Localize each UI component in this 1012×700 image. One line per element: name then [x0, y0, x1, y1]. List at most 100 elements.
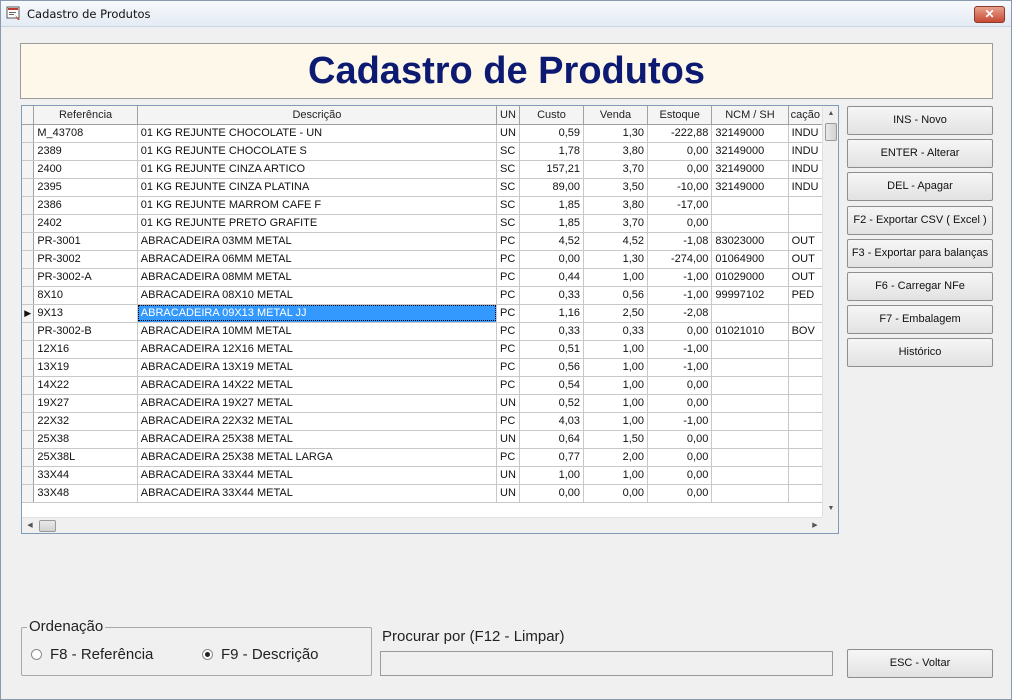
table-cell[interactable]: 1,00	[583, 394, 649, 413]
arrow-right-icon[interactable]: ▶	[807, 518, 823, 533]
table-cell[interactable]: 157,21	[519, 160, 585, 179]
row-indicator[interactable]	[22, 250, 35, 269]
table-cell[interactable]: PC	[496, 448, 520, 467]
search-input[interactable]	[380, 651, 833, 676]
table-cell[interactable]: UN	[496, 430, 520, 449]
table-cell[interactable]: SC	[496, 142, 520, 161]
table-cell[interactable]	[788, 448, 823, 467]
table-row[interactable]: M_43708 01 KG REJUNTE CHOCOLATE - UN UN 0,5…	[22, 124, 823, 143]
table-cell[interactable]	[788, 376, 823, 395]
arrow-down-icon[interactable]: ▼	[823, 501, 838, 517]
table-cell[interactable]: ABRACADEIRA 22X32 METAL	[137, 412, 498, 431]
export-scales-button[interactable]: F3 - Exportar para balanças	[847, 239, 993, 268]
table-cell[interactable]: 0,00	[647, 142, 713, 161]
table-cell[interactable]: ABRACADEIRA 08X10 METAL	[137, 286, 498, 305]
table-cell[interactable]: PC	[496, 376, 520, 395]
row-indicator[interactable]	[22, 412, 35, 431]
table-cell[interactable]: 0,00	[647, 160, 713, 179]
table-cell[interactable]: -274,00	[647, 250, 713, 269]
table-cell[interactable]: 1,85	[519, 214, 585, 233]
table-cell[interactable]: 1,30	[583, 124, 649, 143]
table-cell[interactable]: ABRACADEIRA 33X44 METAL	[137, 484, 498, 503]
table-cell[interactable]: 1,00	[583, 268, 649, 287]
table-cell[interactable]	[788, 412, 823, 431]
table-cell[interactable]: 22X32	[33, 412, 138, 431]
row-indicator[interactable]	[22, 466, 35, 485]
table-cell[interactable]: 0,52	[519, 394, 585, 413]
table-cell[interactable]: 0,00	[519, 484, 585, 503]
table-cell[interactable]: 0,54	[519, 376, 585, 395]
export-csv-button[interactable]: F2 - Exportar CSV ( Excel )	[847, 206, 993, 235]
table-cell[interactable]: 0,00	[647, 322, 713, 341]
table-cell[interactable]: PC	[496, 304, 520, 323]
row-indicator[interactable]	[22, 394, 35, 413]
table-cell[interactable]: ABRACADEIRA 19X27 METAL	[137, 394, 498, 413]
table-cell[interactable]: ABRACADEIRA 08MM METAL	[137, 268, 498, 287]
table-cell[interactable]: 0,33	[519, 322, 585, 341]
table-cell[interactable]: 8X10	[33, 286, 138, 305]
table-cell[interactable]: PC	[496, 322, 520, 341]
row-indicator[interactable]	[22, 484, 35, 503]
table-cell[interactable]: 89,00	[519, 178, 585, 197]
table-cell[interactable]: SC	[496, 178, 520, 197]
table-cell[interactable]: PR-3001	[33, 232, 138, 251]
table-cell[interactable]: ABRACADEIRA 13X19 METAL	[137, 358, 498, 377]
table-row[interactable]: PR-3002 ABRACADEIRA 06MM METAL PC 0,00 1,30-…	[22, 250, 823, 269]
table-cell[interactable]	[788, 304, 823, 323]
table-cell[interactable]: 3,80	[583, 142, 649, 161]
table-cell[interactable]	[711, 358, 789, 377]
table-row[interactable]: 2395 01 KG REJUNTE CINZA PLATINA SC 89,00 3,…	[22, 178, 823, 197]
horizontal-scrollbar[interactable]: ◀ ▶	[22, 517, 823, 533]
column-header[interactable]: Estoque	[647, 106, 713, 125]
table-cell[interactable]: 0,00	[647, 448, 713, 467]
table-cell[interactable]: 0,33	[519, 286, 585, 305]
table-cell[interactable]: PC	[496, 250, 520, 269]
table-row[interactable]: 25X38 ABRACADEIRA 25X38 METAL UN 0,64 1,50 0,…	[22, 430, 823, 449]
table-cell[interactable]	[788, 484, 823, 503]
table-cell[interactable]: 32149000	[711, 160, 789, 179]
table-cell[interactable]: PC	[496, 412, 520, 431]
table-cell[interactable]: 32149000	[711, 142, 789, 161]
table-cell[interactable]: 14X22	[33, 376, 138, 395]
table-cell[interactable]: 01 KG REJUNTE CHOCOLATE S	[137, 142, 498, 161]
table-cell[interactable]: ABRACADEIRA 06MM METAL	[137, 250, 498, 269]
table-cell[interactable]: UN	[496, 466, 520, 485]
table-cell[interactable]: 01064900	[711, 250, 789, 269]
table-cell[interactable]: PED	[788, 286, 823, 305]
table-cell[interactable]: PR-3002-B	[33, 322, 138, 341]
table-cell[interactable]: INDU	[788, 160, 823, 179]
table-row[interactable]: 19X27 ABRACADEIRA 19X27 METAL UN 0,52 1,00 0,…	[22, 394, 823, 413]
table-cell[interactable]: 2402	[33, 214, 138, 233]
table-cell[interactable]: M_43708	[33, 124, 138, 143]
column-header[interactable]: Referência	[33, 106, 138, 125]
table-cell[interactable]: 01 KG REJUNTE PRETO GRAFITE	[137, 214, 498, 233]
table-row[interactable]: 2389 01 KG REJUNTE CHOCOLATE S SC 1,78 3,80 0…	[22, 142, 823, 161]
table-cell[interactable]: 0,77	[519, 448, 585, 467]
row-indicator[interactable]	[22, 322, 35, 341]
table-cell[interactable]: 1,50	[583, 430, 649, 449]
table-cell[interactable]: ABRACADEIRA 33X44 METAL	[137, 466, 498, 485]
table-cell[interactable]: 1,16	[519, 304, 585, 323]
table-row[interactable]: 2386 01 KG REJUNTE MARROM CAFE F SC 1,85 3,8…	[22, 196, 823, 215]
table-cell[interactable]: 0,64	[519, 430, 585, 449]
table-cell[interactable]: 1,00	[583, 376, 649, 395]
table-cell[interactable]: -1,00	[647, 340, 713, 359]
table-cell[interactable]: 33X48	[33, 484, 138, 503]
table-cell[interactable]: -17,00	[647, 196, 713, 215]
table-cell[interactable]: INDU	[788, 178, 823, 197]
table-cell[interactable]: -222,88	[647, 124, 713, 143]
table-cell[interactable]: 1,78	[519, 142, 585, 161]
table-cell[interactable]: SC	[496, 196, 520, 215]
table-cell[interactable]: UN	[496, 124, 520, 143]
table-cell[interactable]: 01 KG REJUNTE CINZA PLATINA	[137, 178, 498, 197]
table-cell[interactable]: 1,30	[583, 250, 649, 269]
title-bar[interactable]: Cadastro de Produtos ✕	[1, 1, 1011, 27]
table-cell[interactable]	[788, 196, 823, 215]
table-cell[interactable]: OUT	[788, 268, 823, 287]
table-cell[interactable]: -2,08	[647, 304, 713, 323]
table-cell[interactable]: 1,00	[583, 358, 649, 377]
row-indicator[interactable]	[22, 286, 35, 305]
table-cell[interactable]: 01021010	[711, 322, 789, 341]
table-cell[interactable]	[711, 376, 789, 395]
table-cell[interactable]	[711, 412, 789, 431]
